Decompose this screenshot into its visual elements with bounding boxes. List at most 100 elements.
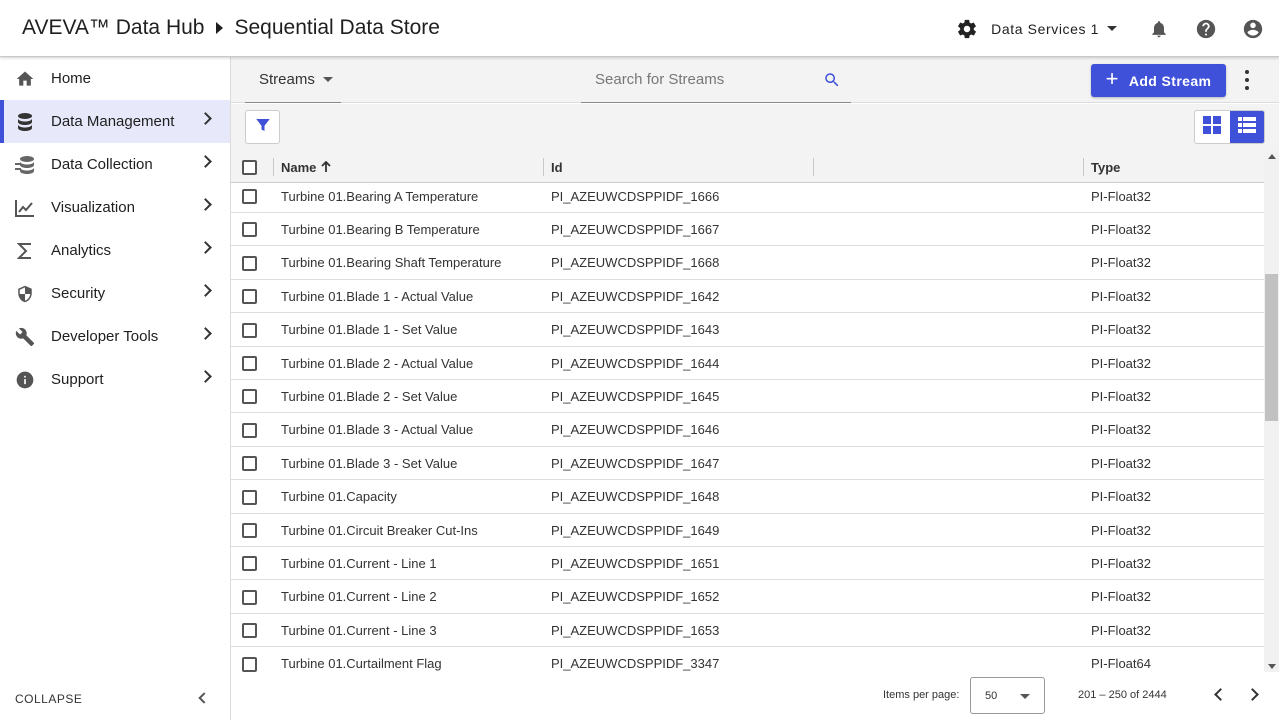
row-checkbox[interactable] xyxy=(242,556,257,572)
row-checkbox[interactable] xyxy=(242,255,257,271)
row-checkbox[interactable] xyxy=(242,523,257,538)
table-row[interactable]: Turbine 01.Current - Line 1 PI_AZEUWCDSPP… xyxy=(231,547,1264,581)
row-checkbox[interactable] xyxy=(242,289,257,305)
sidebar-item-label: Data Collection xyxy=(51,156,153,173)
product-name[interactable]: AVEVA™ Data Hub xyxy=(22,16,204,40)
stream-name[interactable]: Turbine 01.Blade 2 - Set Value xyxy=(281,389,457,404)
sidebar-item-data-management[interactable]: Data Management xyxy=(0,100,230,143)
bell-icon[interactable] xyxy=(1147,17,1171,41)
stream-name[interactable]: Turbine 01.Circuit Breaker Cut-Ins xyxy=(281,523,478,538)
previous-page-icon[interactable] xyxy=(1214,688,1227,701)
sidebar-item-analytics[interactable]: Analytics xyxy=(0,229,230,272)
sidebar-item-label: Security xyxy=(51,285,106,302)
arrow-up-icon xyxy=(321,161,332,173)
line-chart-icon xyxy=(14,197,36,219)
column-header-label: Type xyxy=(1091,159,1121,175)
more-options-icon[interactable] xyxy=(1240,70,1254,90)
items-per-page-select[interactable]: 50 xyxy=(970,677,1045,714)
stream-type: PI-Float32 xyxy=(1091,555,1151,571)
stream-id: PI_AZEUWCDSPPIDF_1651 xyxy=(551,555,720,571)
column-header-name[interactable]: Name xyxy=(281,151,332,183)
account-icon[interactable] xyxy=(1241,17,1265,41)
table-row[interactable]: Turbine 01.Current - Line 3 PI_AZEUWCDSPP… xyxy=(231,614,1264,648)
sidebar-item-security[interactable]: Security xyxy=(0,272,230,315)
filter-button[interactable] xyxy=(245,110,280,144)
scrollbar-thumb[interactable] xyxy=(1265,274,1278,421)
stream-type: PI-Float32 xyxy=(1091,522,1151,538)
table-row[interactable]: Turbine 01.Curtailment Flag PI_AZEUWCDSPP… xyxy=(231,648,1264,672)
table-row[interactable]: Turbine 01.Circuit Breaker Cut-Ins PI_AZE… xyxy=(231,514,1264,547)
stream-name[interactable]: Turbine 01.Current - Line 3 xyxy=(281,623,437,638)
row-checkbox[interactable] xyxy=(242,623,257,639)
stream-type: PI-Float32 xyxy=(1091,255,1151,271)
stream-name[interactable]: Turbine 01.Blade 1 - Actual Value xyxy=(281,289,473,304)
app-header: AVEVA™ Data Hub Sequential Data Store Da… xyxy=(0,0,1279,57)
next-page-icon[interactable] xyxy=(1246,688,1259,701)
chevron-right-icon xyxy=(199,198,212,211)
home-icon xyxy=(14,68,36,90)
row-checkbox[interactable] xyxy=(242,589,257,605)
select-all-checkbox[interactable] xyxy=(242,151,257,183)
row-checkbox[interactable] xyxy=(242,456,257,472)
sidebar-item-visualization[interactable]: Visualization xyxy=(0,186,230,229)
stream-name[interactable]: Turbine 01.Blade 3 - Actual Value xyxy=(281,422,473,437)
stream-type: PI-Float32 xyxy=(1091,221,1151,237)
row-checkbox[interactable] xyxy=(242,322,257,338)
sidebar-item-support[interactable]: Support xyxy=(0,358,230,401)
add-stream-label: Add Stream xyxy=(1128,72,1212,89)
resource-type-label: Streams xyxy=(259,71,315,88)
collapse-sidebar-button[interactable]: COLLAPSE xyxy=(0,678,230,720)
collapse-label: COLLAPSE xyxy=(15,692,83,706)
table-row[interactable]: Turbine 01.Blade 3 - Set Value PI_AZEUWCD… xyxy=(231,447,1264,481)
stream-name[interactable]: Turbine 01.Blade 1 - Set Value xyxy=(281,322,457,337)
table-row[interactable]: Turbine 01.Blade 2 - Set Value PI_AZEUWCD… xyxy=(231,380,1264,414)
stream-name[interactable]: Turbine 01.Bearing A Temperature xyxy=(281,189,478,204)
help-icon[interactable] xyxy=(1194,17,1218,41)
row-checkbox[interactable] xyxy=(242,656,257,672)
table-row[interactable]: Turbine 01.Blade 1 - Set Value PI_AZEUWCD… xyxy=(231,314,1264,347)
row-checkbox[interactable] xyxy=(242,489,257,505)
stream-name[interactable]: Turbine 01.Current - Line 2 xyxy=(281,589,437,604)
chevron-right-icon xyxy=(199,241,212,254)
grid-view-button[interactable] xyxy=(1195,111,1230,143)
scroll-down-icon[interactable] xyxy=(1268,664,1276,669)
table-row[interactable]: Turbine 01.Blade 2 - Actual Value PI_AZEU… xyxy=(231,347,1264,380)
sidebar-item-data-collection[interactable]: Data Collection xyxy=(0,143,230,186)
shield-icon xyxy=(14,283,36,305)
vertical-scrollbar[interactable] xyxy=(1264,151,1279,672)
resource-type-select[interactable]: Streams xyxy=(245,57,341,103)
stream-type: PI-Float32 xyxy=(1091,455,1151,471)
stream-name[interactable]: Turbine 01.Bearing Shaft Temperature xyxy=(281,255,501,270)
row-checkbox[interactable] xyxy=(242,422,257,438)
row-checkbox[interactable] xyxy=(242,389,257,405)
search-icon[interactable] xyxy=(823,71,841,94)
table-row[interactable]: Turbine 01.Capacity PI_AZEUWCDSPPIDF_1648… xyxy=(231,481,1264,514)
tenant-selector[interactable]: Data Services 1 xyxy=(991,21,1117,37)
sidebar-item-developer-tools[interactable]: Developer Tools xyxy=(0,315,230,358)
toolbar: Streams + Add Stream xyxy=(231,57,1279,103)
row-checkbox[interactable] xyxy=(242,356,257,371)
add-stream-button[interactable]: + Add Stream xyxy=(1091,64,1226,97)
stream-name[interactable]: Turbine 01.Capacity xyxy=(281,489,397,504)
table-row[interactable]: Turbine 01.Bearing A Temperature PI_AZEUW… xyxy=(231,183,1264,213)
table-row[interactable]: Turbine 01.Blade 1 - Actual Value PI_AZEU… xyxy=(231,280,1264,314)
sidebar-item-home[interactable]: Home xyxy=(0,57,230,100)
gear-icon[interactable] xyxy=(955,17,979,41)
search-input[interactable] xyxy=(595,71,815,88)
stream-name[interactable]: Turbine 01.Current - Line 1 xyxy=(281,556,437,571)
column-header-type[interactable]: Type xyxy=(1091,151,1120,183)
table-row[interactable]: Turbine 01.Current - Line 2 PI_AZEUWCDSPP… xyxy=(231,581,1264,614)
row-checkbox[interactable] xyxy=(242,189,257,204)
stream-name[interactable]: Turbine 01.Curtailment Flag xyxy=(281,656,442,671)
table-row[interactable]: Turbine 01.Bearing B Temperature PI_AZEUW… xyxy=(231,213,1264,247)
scroll-up-icon[interactable] xyxy=(1268,154,1276,159)
table-row[interactable]: Turbine 01.Blade 3 - Actual Value PI_AZEU… xyxy=(231,414,1264,447)
stream-name[interactable]: Turbine 01.Blade 2 - Actual Value xyxy=(281,356,473,371)
stream-name[interactable]: Turbine 01.Blade 3 - Set Value xyxy=(281,456,457,471)
chevron-right-icon xyxy=(199,327,212,340)
list-view-button[interactable] xyxy=(1229,111,1264,143)
table-row[interactable]: Turbine 01.Bearing Shaft Temperature PI_A… xyxy=(231,247,1264,280)
column-header-id[interactable]: Id xyxy=(551,151,563,183)
stream-name[interactable]: Turbine 01.Bearing B Temperature xyxy=(281,222,480,237)
row-checkbox[interactable] xyxy=(242,222,257,238)
